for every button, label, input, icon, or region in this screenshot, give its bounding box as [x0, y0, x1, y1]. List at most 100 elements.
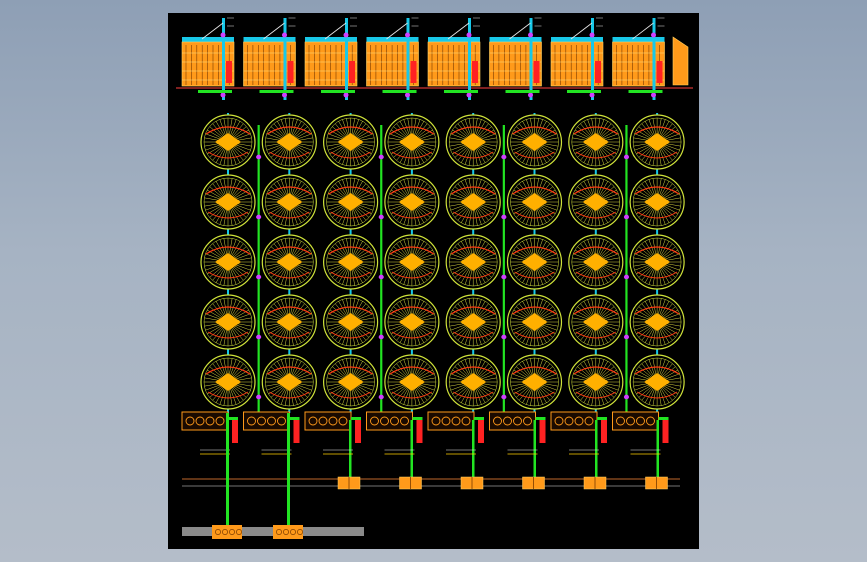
silo-circle [378, 354, 440, 410]
screw-feeder-pair [337, 476, 361, 490]
junction-node [256, 154, 261, 160]
silo-circle [623, 294, 685, 350]
junction-node [623, 274, 629, 280]
discharge-box [366, 411, 413, 431]
base-conveyor [628, 90, 663, 93]
junction-node [501, 154, 506, 160]
transfer-conveyor [658, 417, 669, 420]
screw-feeder-pair [645, 476, 668, 490]
bucket-elevator [591, 18, 594, 100]
junction-node [378, 214, 384, 220]
bucket-elevator [468, 18, 471, 100]
discharge-box [243, 411, 290, 431]
bottom-unit [304, 411, 361, 480]
drive-node [220, 92, 226, 98]
silo-circle [256, 294, 317, 350]
transfer-conveyor [474, 417, 484, 420]
main-trunk [226, 413, 229, 538]
inclined-conveyor [632, 22, 654, 40]
transfer-conveyor [351, 417, 361, 420]
silo-circle [501, 234, 563, 290]
elevator-housing [349, 61, 355, 83]
drive-node [405, 32, 410, 38]
lower-equipment-view [181, 411, 680, 538]
roof-band [612, 37, 665, 42]
transfer-conveyor [289, 417, 300, 420]
drive-unit [293, 420, 300, 443]
drive-node [466, 92, 472, 98]
base-conveyor [505, 90, 540, 93]
inclined-conveyor [263, 22, 285, 40]
elevator-housing [226, 61, 232, 83]
junction-node [256, 394, 261, 400]
discharge-box [427, 411, 475, 431]
silo-circle [200, 294, 262, 350]
silo-circle [568, 354, 629, 410]
roof-band [366, 37, 419, 42]
silo-circle [568, 234, 629, 290]
drive-node [651, 92, 656, 98]
inclined-conveyor [386, 22, 408, 40]
discharge-box [489, 411, 536, 431]
bottom-unit [612, 411, 669, 480]
silo-circle [623, 174, 685, 230]
bottom-unit [550, 411, 607, 480]
inclined-conveyor [509, 22, 531, 40]
junction-node [623, 214, 629, 220]
drive-node [343, 92, 349, 98]
silo-circle [378, 174, 440, 230]
silo-circle [200, 174, 262, 230]
junction-node [501, 214, 506, 220]
inclined-conveyor [201, 22, 224, 40]
junction-node [378, 154, 384, 160]
roof-band [305, 37, 357, 42]
drive-unit [478, 420, 484, 443]
discharge-box [304, 411, 352, 431]
discharge-box [612, 411, 659, 431]
elevator-housing [287, 61, 294, 83]
junction-node [623, 154, 629, 160]
silo-circle [445, 234, 507, 290]
bucket-elevator [345, 18, 348, 100]
silo-circle [445, 114, 507, 170]
discharge-box [550, 411, 598, 431]
silo-circle [501, 114, 563, 170]
drive-node [282, 92, 287, 98]
silo-circle [200, 114, 262, 170]
footer-equipment [273, 525, 303, 539]
junction-node [623, 334, 629, 340]
bottom-unit [366, 411, 423, 480]
silo-circle [200, 234, 262, 290]
silo-circle [256, 234, 317, 290]
drive-unit [232, 420, 238, 443]
junction-node [501, 274, 506, 280]
drive-node [466, 32, 472, 38]
junction-node [256, 334, 261, 340]
elevator-housing [472, 61, 478, 83]
inclined-conveyor [570, 22, 593, 40]
bottom-unit [489, 411, 546, 480]
drive-node [220, 32, 226, 38]
junction-node [256, 214, 261, 220]
discharge-box [181, 411, 229, 431]
silo-circle [200, 354, 262, 410]
elevator-housing [595, 61, 601, 83]
drive-node [589, 32, 595, 38]
cad-drawing-canvas[interactable] [168, 13, 699, 549]
silo-circle [323, 294, 384, 350]
silo-circle [323, 234, 384, 290]
silo-circle [323, 354, 384, 410]
elevator-housing [656, 61, 663, 83]
silo-circle [323, 114, 384, 170]
bottom-unit [181, 411, 238, 480]
bottom-unit [243, 411, 300, 480]
silo-circle [623, 234, 685, 290]
drive-unit [601, 420, 607, 443]
silo-circle [501, 294, 563, 350]
drive-node [405, 92, 410, 98]
junction-node [378, 394, 384, 400]
screw-feeder-pair [583, 476, 607, 490]
bucket-elevator [222, 18, 225, 100]
bucket-elevator [283, 18, 287, 100]
silo-circle [445, 174, 507, 230]
